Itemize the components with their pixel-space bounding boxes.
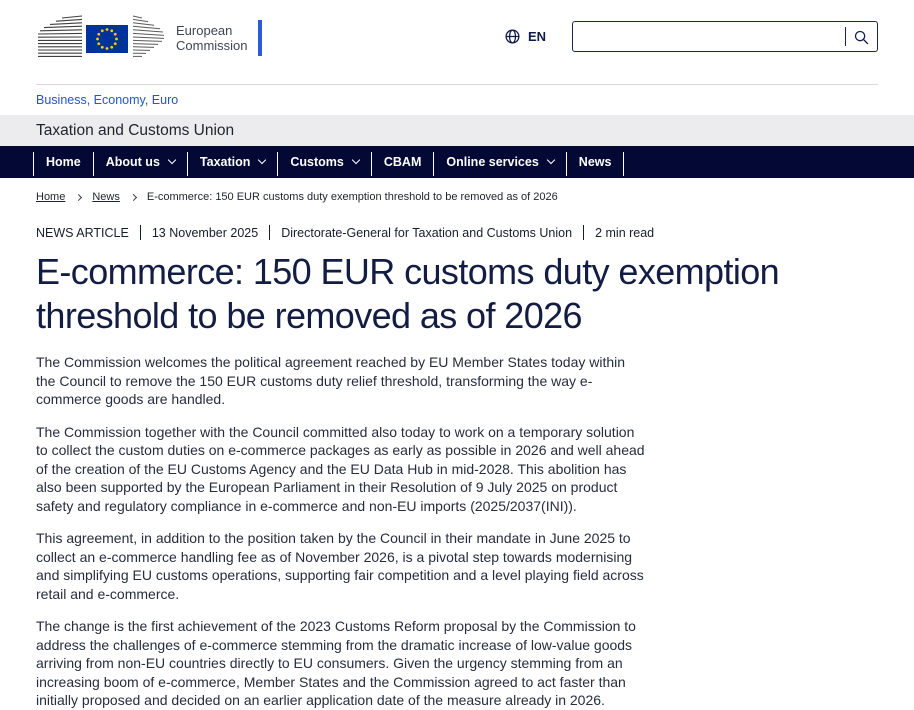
nav-item-online-services[interactable]: Online services (434, 146, 565, 178)
search-box (572, 21, 878, 52)
nav-item-cbam[interactable]: CBAM (372, 146, 434, 178)
breadcrumb: Home News E-commerce: 150 EUR customs du… (36, 191, 878, 203)
breadcrumb-news[interactable]: News (92, 191, 120, 203)
chevron-down-icon (547, 156, 555, 164)
nav-item-customs[interactable]: Customs (278, 146, 370, 178)
nav-separator (623, 152, 624, 176)
article-department: Directorate-General for Taxation and Cus… (281, 226, 572, 240)
site-title-bar: Taxation and Customs Union (0, 115, 914, 146)
search-button[interactable] (846, 25, 877, 48)
header-divider (36, 84, 878, 85)
chevron-right-icon (130, 193, 137, 200)
meta-divider (269, 225, 270, 240)
article-read-time: 2 min read (595, 226, 654, 240)
language-code: EN (528, 29, 546, 44)
main-nav: Home About us Taxation Customs CBAM Onli… (0, 146, 914, 178)
nav-item-news[interactable]: News (567, 146, 624, 178)
meta-divider (140, 225, 141, 240)
breadcrumb-home[interactable]: Home (36, 191, 65, 203)
site-header: European Commission EN (0, 0, 914, 115)
article-meta: NEWS ARTICLE 13 November 2025 Directorat… (36, 225, 878, 240)
nav-item-about-us[interactable]: About us (94, 146, 187, 178)
meta-divider (583, 225, 584, 240)
ec-logo[interactable]: European Commission (36, 13, 262, 63)
ec-logo-text: European Commission (176, 23, 248, 53)
article-paragraph: This agreement, in addition to the posit… (36, 529, 648, 603)
article-type-label: NEWS ARTICLE (36, 226, 129, 240)
article-body: The Commission welcomes the political ag… (36, 353, 648, 710)
article: NEWS ARTICLE 13 November 2025 Directorat… (0, 225, 914, 710)
ec-logo-graphic (36, 13, 166, 63)
article-paragraph: The Commission welcomes the political ag… (36, 353, 648, 409)
breadcrumb-current-page: E-commerce: 150 EUR customs duty exempti… (147, 191, 558, 203)
themes-link[interactable]: Business, Economy, Euro (36, 93, 178, 107)
article-paragraph: The Commission together with the Council… (36, 423, 648, 516)
search-icon (853, 29, 870, 46)
language-selector[interactable]: EN (504, 28, 546, 45)
page-title: E-commerce: 150 EUR customs duty exempti… (36, 250, 878, 338)
chevron-down-icon (168, 156, 176, 164)
globe-icon (504, 28, 521, 45)
chevron-down-icon (258, 156, 266, 164)
chevron-right-icon (75, 193, 82, 200)
article-date: 13 November 2025 (152, 226, 258, 240)
nav-item-taxation[interactable]: Taxation (188, 146, 277, 178)
logo-accent-bar (258, 20, 262, 56)
nav-item-home[interactable]: Home (34, 146, 93, 178)
site-title-link[interactable]: Taxation and Customs Union (36, 122, 234, 140)
article-paragraph: The change is the first achievement of t… (36, 617, 648, 710)
search-input[interactable] (573, 22, 845, 51)
chevron-down-icon (352, 156, 360, 164)
eu-flag-icon (86, 25, 128, 53)
